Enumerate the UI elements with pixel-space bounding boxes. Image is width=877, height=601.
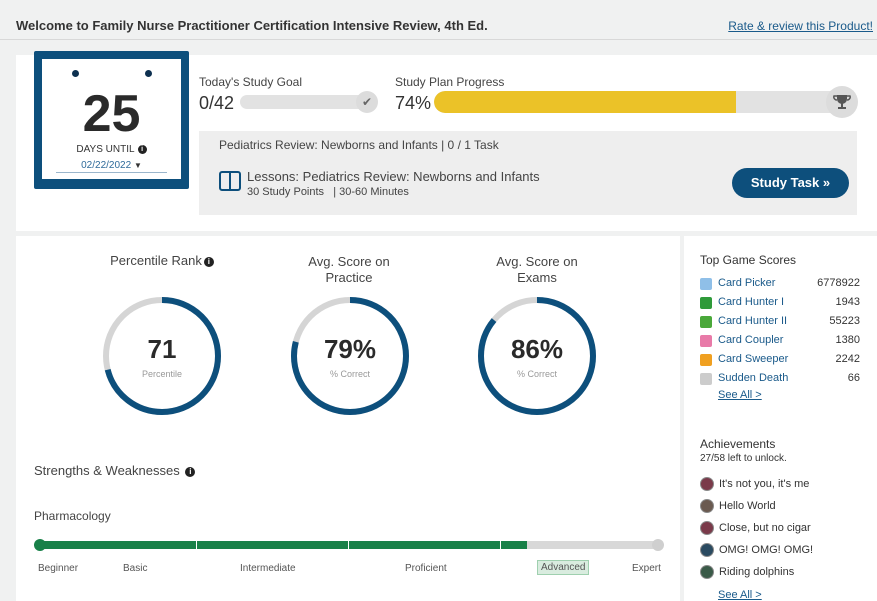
game-score-row: Sudden Death 66 [700, 371, 860, 387]
study-goal-value: 0/42 [199, 93, 235, 113]
track-tick [196, 541, 197, 549]
game-name-link[interactable]: Sudden Death [718, 372, 788, 384]
sweeper-icon [700, 354, 712, 366]
percentile-rank-title: Percentile Rank i [97, 253, 227, 269]
proficiency-fill [40, 541, 528, 549]
heart-icon [700, 335, 712, 347]
achievements-title: Achievements [700, 437, 776, 451]
achievement-badge-icon [700, 477, 714, 491]
percentile-sub: Percentile [141, 369, 183, 379]
info-icon[interactable]: i [185, 466, 196, 477]
study-task-button[interactable]: Study Task » [732, 168, 849, 198]
study-plan-bar [434, 91, 842, 113]
level-proficient: Proficient [405, 563, 447, 574]
date-underline [56, 172, 167, 173]
game-score: 66 [847, 372, 860, 384]
current-task-card: Pediatrics Review: Newborns and Infants … [199, 131, 857, 215]
game-name-link[interactable]: Card Sweeper [718, 353, 788, 365]
game-score-row: Card Sweeper 2242 [700, 352, 860, 368]
study-goal-label: Today's Study Goal [199, 75, 303, 89]
level-beginner: Beginner [38, 563, 79, 574]
days-count: 25 [82, 85, 141, 143]
game-scores-title: Top Game Scores [700, 253, 797, 267]
study-plan-label: Study Plan Progress [395, 75, 505, 89]
page-title: Welcome to Family Nurse Practitioner Cer… [16, 18, 488, 33]
sudden-death-icon [700, 373, 712, 385]
achievement-badge-icon [700, 543, 714, 557]
game-score: 1943 [835, 296, 860, 308]
track-tick [500, 541, 501, 549]
calendar-ring-icon [145, 70, 152, 77]
achievement-badge-icon [700, 521, 714, 535]
game-score-row: Card Picker 6778922 [700, 276, 860, 292]
track-start-dot [34, 539, 46, 551]
game-score-row: Card Hunter I 1943 [700, 295, 860, 311]
level-advanced: Advanced [537, 560, 590, 575]
caret-down-icon: ▼ [133, 161, 142, 170]
header-bar: Welcome to Family Nurse Practitioner Cer… [0, 0, 877, 40]
days-until-label: DAYS UNTIL i [42, 144, 181, 155]
card-picker-icon [700, 278, 712, 290]
level-basic: Basic [123, 563, 148, 574]
game-name-link[interactable]: Card Hunter I [718, 296, 784, 308]
book-icon [219, 171, 241, 196]
game-name-link[interactable]: Card Picker [718, 277, 775, 289]
achievement-label: It's not you, it's me [719, 478, 810, 490]
trophy-icon [826, 86, 858, 118]
track-tick [348, 541, 349, 549]
achievement-label: OMG! OMG! OMG! [719, 544, 814, 556]
calendar-ring-icon [72, 70, 79, 77]
see-all-achievements-link[interactable]: See All > [718, 589, 762, 601]
game-score: 55223 [829, 315, 860, 327]
study-plan-value: 74% [395, 93, 432, 113]
track-end-dot [652, 539, 664, 551]
countdown-calendar: 25 DAYS UNTIL i 02/22/2022 ▼ [34, 51, 189, 189]
level-expert: Expert [632, 563, 661, 574]
achievement-label: Close, but no cigar [719, 522, 811, 534]
strengths-weaknesses-title: Strengths & Weaknesses i [34, 463, 196, 478]
achievement-label: Hello World [719, 500, 776, 512]
task-title: Pediatrics Review: Newborns and Infants … [219, 138, 499, 152]
achievements-remaining: 27/58 left to unlock. [700, 453, 787, 464]
practice-score-sub: % Correct [329, 369, 370, 379]
check-icon: ✔ [356, 91, 378, 113]
game-score: 2242 [835, 353, 860, 365]
practice-score-value: 79% [323, 334, 377, 364]
exam-score-value: 86% [510, 334, 564, 364]
game-name-link[interactable]: Card Hunter II [718, 315, 787, 327]
achievement-badge-icon [700, 565, 714, 579]
task-points: 30 Study Points | 30-60 Minutes [247, 186, 409, 198]
card-hunter-icon [700, 297, 712, 309]
exam-date-dropdown[interactable]: 02/22/2022 ▼ [42, 160, 181, 171]
game-score: 6778922 [817, 277, 860, 289]
percentile-value: 71 [147, 334, 177, 364]
game-score: 1380 [835, 334, 860, 346]
achievement-label: Riding dolphins [719, 566, 795, 578]
game-name-link[interactable]: Card Coupler [718, 334, 783, 346]
rate-review-link[interactable]: Rate & review this Product! [728, 19, 873, 33]
study-plan-fill [434, 91, 736, 113]
info-icon[interactable]: i [203, 256, 214, 267]
info-icon[interactable]: i [137, 144, 147, 154]
exam-score-title: Avg. Score on Exams [496, 254, 578, 285]
level-intermediate: Intermediate [240, 563, 296, 574]
card-hunter-ii-icon [700, 316, 712, 328]
see-all-games-link[interactable]: See All > [718, 389, 762, 401]
game-score-row: Card Hunter II 55223 [700, 314, 860, 330]
exam-score-sub: % Correct [516, 369, 557, 379]
game-score-row: Card Coupler 1380 [700, 333, 860, 349]
task-lesson: Lessons: Pediatrics Review: Newborns and… [247, 169, 540, 184]
subject-label: Pharmacology [34, 509, 111, 523]
achievement-badge-icon [700, 499, 714, 513]
practice-score-title: Avg. Score on Practice [308, 254, 390, 285]
